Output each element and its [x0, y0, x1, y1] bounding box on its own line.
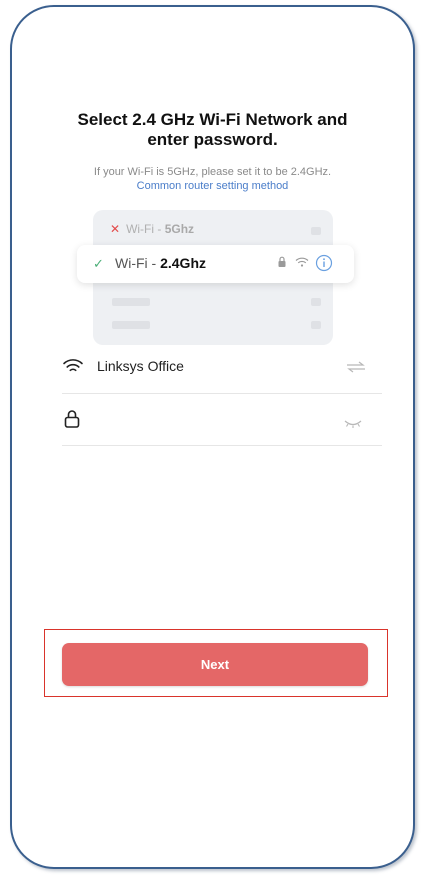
- password-divider: [62, 445, 382, 446]
- lock-small-icon: [278, 256, 286, 267]
- swap-network-icon[interactable]: [345, 361, 367, 373]
- page-title: Select 2.4 GHz Wi-Fi Network and enter p…: [30, 110, 395, 150]
- wifi-small-icon: [295, 257, 309, 267]
- next-button[interactable]: Next: [62, 643, 368, 686]
- x-icon: ✕: [110, 222, 121, 236]
- placeholder-bar: [112, 298, 150, 306]
- router-setting-link[interactable]: Common router setting method: [30, 180, 395, 192]
- bad-network-band: 5Ghz: [164, 222, 195, 236]
- ssid-divider: [62, 393, 382, 394]
- good-network-label: Wi-Fi - 2.4Ghz: [115, 255, 206, 271]
- placeholder-chip: [311, 321, 321, 329]
- good-network-band: 2.4Ghz: [160, 255, 206, 271]
- good-network-card: ✓ Wi-Fi - 2.4Ghz: [77, 245, 354, 283]
- eye-closed-icon[interactable]: [343, 419, 363, 429]
- check-icon: ✓: [93, 256, 104, 271]
- bad-network-row: ✕ Wi-Fi - 5Ghz: [110, 222, 194, 236]
- placeholder-bar: [112, 321, 150, 329]
- info-icon: [315, 254, 333, 272]
- good-network-prefix: Wi-Fi -: [115, 255, 161, 271]
- bad-network-prefix: Wi-Fi -: [126, 222, 165, 236]
- ssid-field[interactable]: Linksys Office: [97, 358, 184, 374]
- placeholder-chip: [311, 298, 321, 306]
- password-field[interactable]: [62, 412, 382, 434]
- wifi-icon: [63, 359, 83, 372]
- title-line-1: Select 2.4 GHz Wi-Fi Network and: [77, 110, 348, 129]
- subtitle-text: If your Wi-Fi is 5GHz, please set it to …: [93, 166, 332, 178]
- placeholder-chip: [311, 227, 321, 235]
- title-line-2: enter password.: [147, 130, 278, 149]
